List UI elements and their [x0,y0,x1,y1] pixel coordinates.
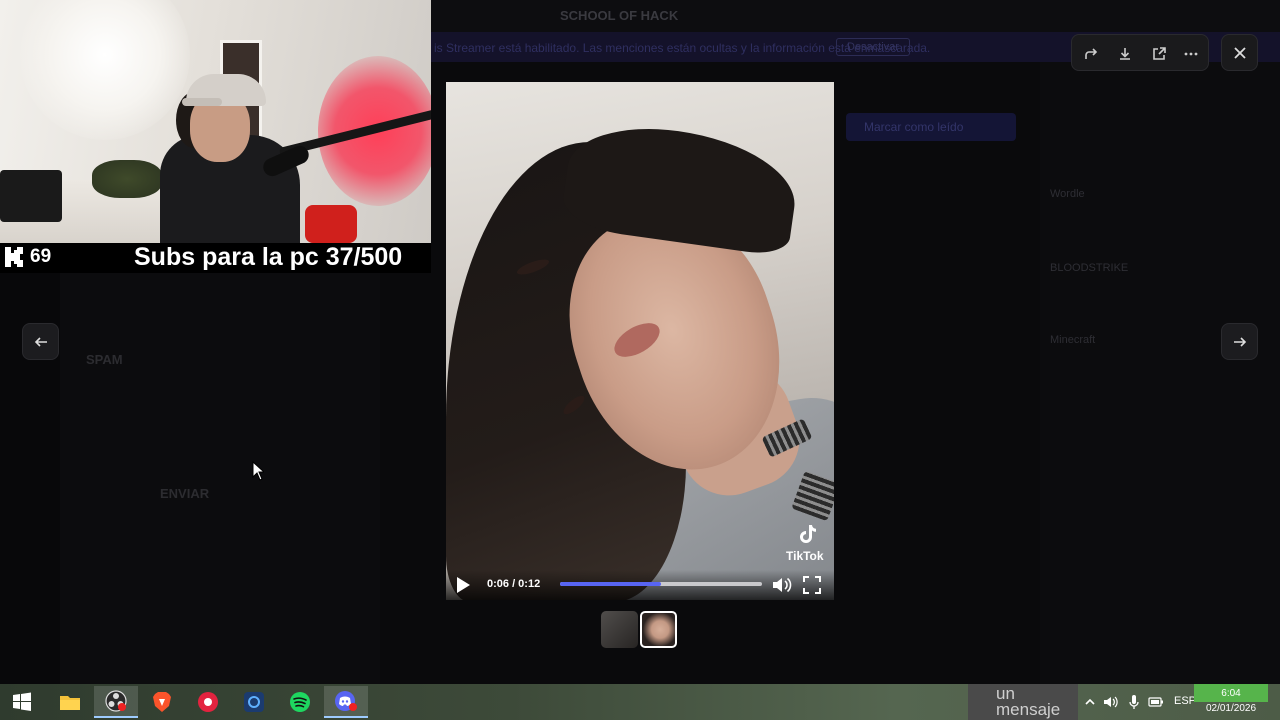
open-external-icon [1153,47,1166,60]
arrow-left-icon [34,336,47,347]
media-toolbar [1071,34,1209,71]
taskbar-brave[interactable] [140,686,184,718]
open-external-button[interactable] [1146,41,1172,67]
brave-icon [153,692,171,712]
webcam-overlay [0,0,431,243]
discord-icon [335,691,357,711]
video-progress-bar[interactable] [560,582,762,586]
activity-panel [1040,62,1280,684]
taskbar-spotify[interactable] [278,686,322,718]
start-button[interactable] [0,686,44,718]
viewer-count: 69 [30,246,52,267]
windows-start-icon [13,692,31,711]
tray-chevron-up-icon[interactable] [1082,694,1098,710]
forward-icon [1085,48,1098,59]
channel-list [60,243,380,684]
channel-enviar: ENVIAR [160,486,210,501]
tray-microphone-icon[interactable] [1126,694,1142,710]
file-explorer-icon [60,696,80,710]
tray-battery-icon[interactable] [1148,694,1164,710]
tiktok-icon [800,525,816,543]
activity-wordle: Wordle [1050,188,1085,200]
clock-time: 6:04 [1221,688,1241,699]
discord-titlebar [431,0,1280,32]
more-icon [1184,52,1198,56]
mouse-cursor-icon [252,461,264,481]
previous-media-button[interactable] [22,323,59,360]
download-button[interactable] [1112,41,1138,67]
video-progress-fill [560,582,661,586]
banner-disable-button: Desactivar [836,38,910,56]
app-red-icon [198,692,218,712]
mark-read-label: Marcar como leído [864,120,964,134]
clock-date: 02/01/2026 [1205,703,1257,714]
play-icon[interactable] [455,576,471,594]
media-thumbnail-1[interactable] [601,611,638,648]
taskbar-file-explorer[interactable] [48,686,92,718]
kick-icon [5,247,23,267]
activity-bloodstrike: BLOODSTRIKE [1050,262,1129,274]
volume-icon[interactable] [771,574,793,596]
forward-button[interactable] [1078,41,1104,67]
taskbar-obs[interactable] [94,686,138,718]
video-player[interactable]: TikTok [446,82,834,600]
subs-goal-text: Subs para la pc 37/500 [134,243,403,271]
spotify-icon [290,692,310,712]
tiktok-watermark: TikTok [786,549,824,563]
channel-spam: SPAM [86,352,123,367]
screen: SCHOOL OF HACK is Streamer está habilita… [0,0,1280,684]
server-sidebar [0,243,60,684]
next-media-button[interactable] [1221,323,1258,360]
activity-minecraft: Minecraft [1050,334,1096,346]
message-input-fragment: un mensaje [968,684,1078,720]
app-blue-icon [244,692,264,712]
arrow-right-icon [1233,336,1246,347]
close-icon [1233,46,1246,59]
tray-volume-icon[interactable] [1102,694,1118,710]
download-icon [1120,48,1130,60]
taskbar-discord[interactable] [324,686,368,718]
tray-language[interactable]: ESP [1174,695,1196,707]
tray-clock[interactable]: 6:04 02/01/2026 [1196,684,1266,720]
media-thumbnail-2[interactable] [640,611,677,648]
video-time: 0:06 / 0:12 [487,578,541,590]
taskbar-red-app[interactable] [186,686,230,718]
taskbar-blue-app[interactable] [232,686,276,718]
fullscreen-icon[interactable] [802,575,822,595]
close-viewer-button[interactable] [1221,34,1258,71]
obs-icon [105,690,127,712]
discord-window-title: SCHOOL OF HACK [560,8,679,23]
more-button[interactable] [1178,41,1204,67]
